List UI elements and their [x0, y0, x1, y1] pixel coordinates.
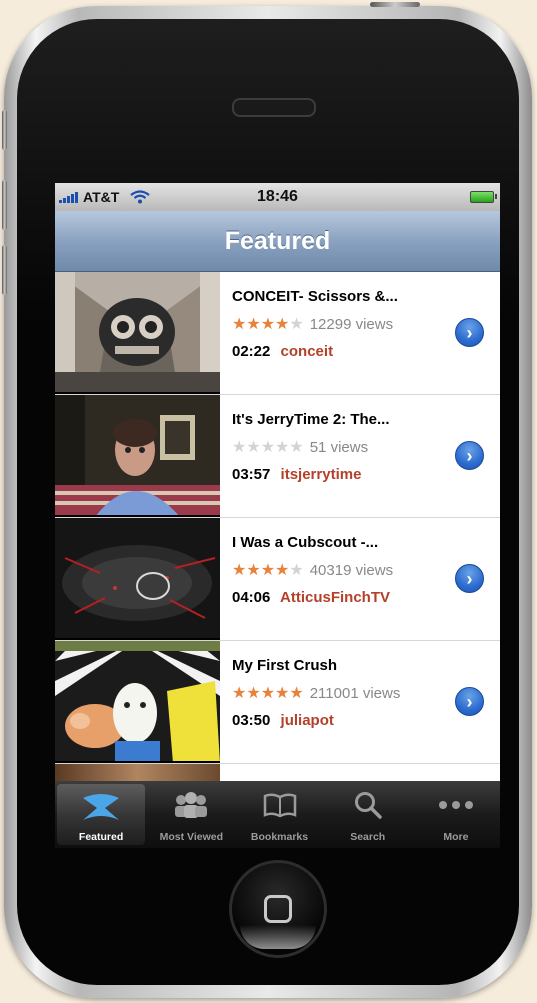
video-thumbnail[interactable]: [55, 272, 220, 394]
star-icon: ★: [275, 439, 290, 456]
meta-row: 03:57 itsjerrytime: [232, 466, 500, 483]
more-dots-icon: [412, 787, 500, 823]
tab-featured[interactable]: Featured: [57, 784, 146, 845]
video-row[interactable]: CONCEIT- Scissors &... ★★★★★ 12299 views…: [55, 272, 500, 395]
star-icon: ★: [246, 685, 261, 702]
battery-icon: [470, 191, 497, 203]
video-title: CONCEIT- Scissors &...: [232, 288, 398, 305]
status-time: 18:46: [257, 188, 298, 205]
video-row[interactable]: I Was a Cubscout -... ★★★★★ 40319 views …: [55, 518, 500, 641]
earpiece-speaker: [232, 98, 316, 117]
star-icon: ★: [232, 562, 247, 579]
rating-stars: ★★★★★: [232, 437, 304, 457]
video-row[interactable]: It's JerryTime 2: The... ★★★★★ 51 views …: [55, 395, 500, 518]
video-title: I Was a Cubscout -...: [232, 534, 379, 551]
disclosure-chevron-icon[interactable]: ›: [455, 687, 484, 716]
book-icon: [235, 787, 323, 823]
tab-bookmarks[interactable]: Bookmarks: [235, 781, 323, 848]
people-icon: [147, 787, 235, 823]
view-count: 51 views: [309, 438, 369, 456]
star-icon: ★: [275, 562, 290, 579]
star-icon: ★: [260, 316, 276, 333]
rating-stars: ★★★★★: [232, 314, 304, 334]
tab-label: Featured: [78, 831, 124, 843]
rating-stars: ★★★★★: [232, 560, 304, 580]
star-icon: ★: [246, 316, 261, 333]
star-icon: ★: [289, 562, 304, 579]
tab-most-viewed[interactable]: Most Viewed: [147, 781, 235, 848]
video-row[interactable]: My First Crush ★★★★★ 211001 views 03:50 …: [55, 641, 500, 764]
meta-row: 03:50 juliapot: [232, 712, 500, 729]
video-author: itsjerrytime: [280, 466, 362, 483]
search-icon: [324, 787, 412, 823]
volume-down-button[interactable]: [2, 245, 7, 295]
navigation-bar: Featured: [55, 211, 500, 272]
thumbnail-image: [55, 395, 220, 515]
star-icon: ★: [275, 685, 290, 702]
video-info: I Was a Cubscout -... ★★★★★ 40319 views …: [220, 518, 500, 640]
video-thumbnail[interactable]: [55, 518, 220, 640]
meta-row: 02:22 conceit: [232, 343, 500, 360]
disclosure-chevron-icon[interactable]: ›: [455, 318, 484, 347]
star-icon: ★: [260, 439, 276, 456]
sleep-button[interactable]: [370, 2, 420, 7]
screen: AT&T 18:46 Featured CONCEIT- Scissors &.…: [55, 183, 500, 848]
rating-stars: ★★★★★: [232, 683, 304, 703]
home-button[interactable]: [229, 860, 327, 958]
star-icon: ★: [289, 316, 304, 333]
video-duration: 03:50: [232, 712, 271, 729]
video-info: CONCEIT- Scissors &... ★★★★★ 12299 views…: [220, 272, 500, 394]
star-icon: ★: [246, 439, 261, 456]
video-author: AtticusFinchTV: [280, 589, 391, 606]
nav-title: Featured: [224, 226, 331, 255]
volume-up-button[interactable]: [2, 180, 7, 230]
video-duration: 02:22: [232, 343, 271, 360]
star-icon: ★: [260, 562, 276, 579]
star-icon: ★: [289, 439, 304, 456]
video-duration: 04:06: [232, 589, 271, 606]
star-icon: ★: [275, 316, 290, 333]
star-icon: ★: [289, 685, 304, 702]
tab-search[interactable]: Search: [324, 781, 412, 848]
star-icon: ★: [246, 562, 261, 579]
view-count: 211001 views: [309, 684, 401, 702]
video-thumbnail[interactable]: [55, 641, 220, 763]
home-square-icon: [264, 895, 292, 923]
thumbnail-image: [55, 641, 220, 761]
thumbnail-image: [55, 272, 220, 392]
video-thumbnail[interactable]: [55, 395, 220, 517]
video-author: juliapot: [280, 712, 334, 729]
disclosure-chevron-icon[interactable]: ›: [455, 564, 484, 593]
video-author: conceit: [280, 343, 334, 360]
tab-label: Search: [350, 831, 386, 843]
ringer-switch[interactable]: [2, 110, 7, 150]
star-icon: ★: [232, 316, 247, 333]
video-title: My First Crush: [232, 657, 338, 674]
star-icon: [57, 790, 145, 826]
video-duration: 03:57: [232, 466, 271, 483]
tab-more[interactable]: More: [412, 781, 500, 848]
disclosure-chevron-icon[interactable]: ›: [455, 441, 484, 470]
star-icon: ★: [232, 439, 247, 456]
home-button-rim: [240, 925, 316, 949]
star-icon: ★: [260, 685, 276, 702]
star-icon: ★: [232, 685, 247, 702]
meta-row: 04:06 AtticusFinchTV: [232, 589, 500, 606]
tab-bar: Featured Most Viewed Bookmarks Search Mo…: [55, 781, 500, 848]
view-count: 40319 views: [309, 561, 394, 579]
video-title: It's JerryTime 2: The...: [232, 411, 390, 428]
thumbnail-image: [55, 518, 220, 638]
video-info: It's JerryTime 2: The... ★★★★★ 51 views …: [220, 395, 500, 517]
view-count: 12299 views: [309, 315, 394, 333]
video-info: My First Crush ★★★★★ 211001 views 03:50 …: [220, 641, 500, 763]
tab-label: Bookmarks: [250, 831, 309, 843]
tab-label: Most Viewed: [159, 831, 223, 843]
tab-label: More: [443, 831, 469, 843]
video-list[interactable]: CONCEIT- Scissors &... ★★★★★ 12299 views…: [55, 272, 500, 784]
status-bar: AT&T 18:46: [55, 183, 500, 211]
